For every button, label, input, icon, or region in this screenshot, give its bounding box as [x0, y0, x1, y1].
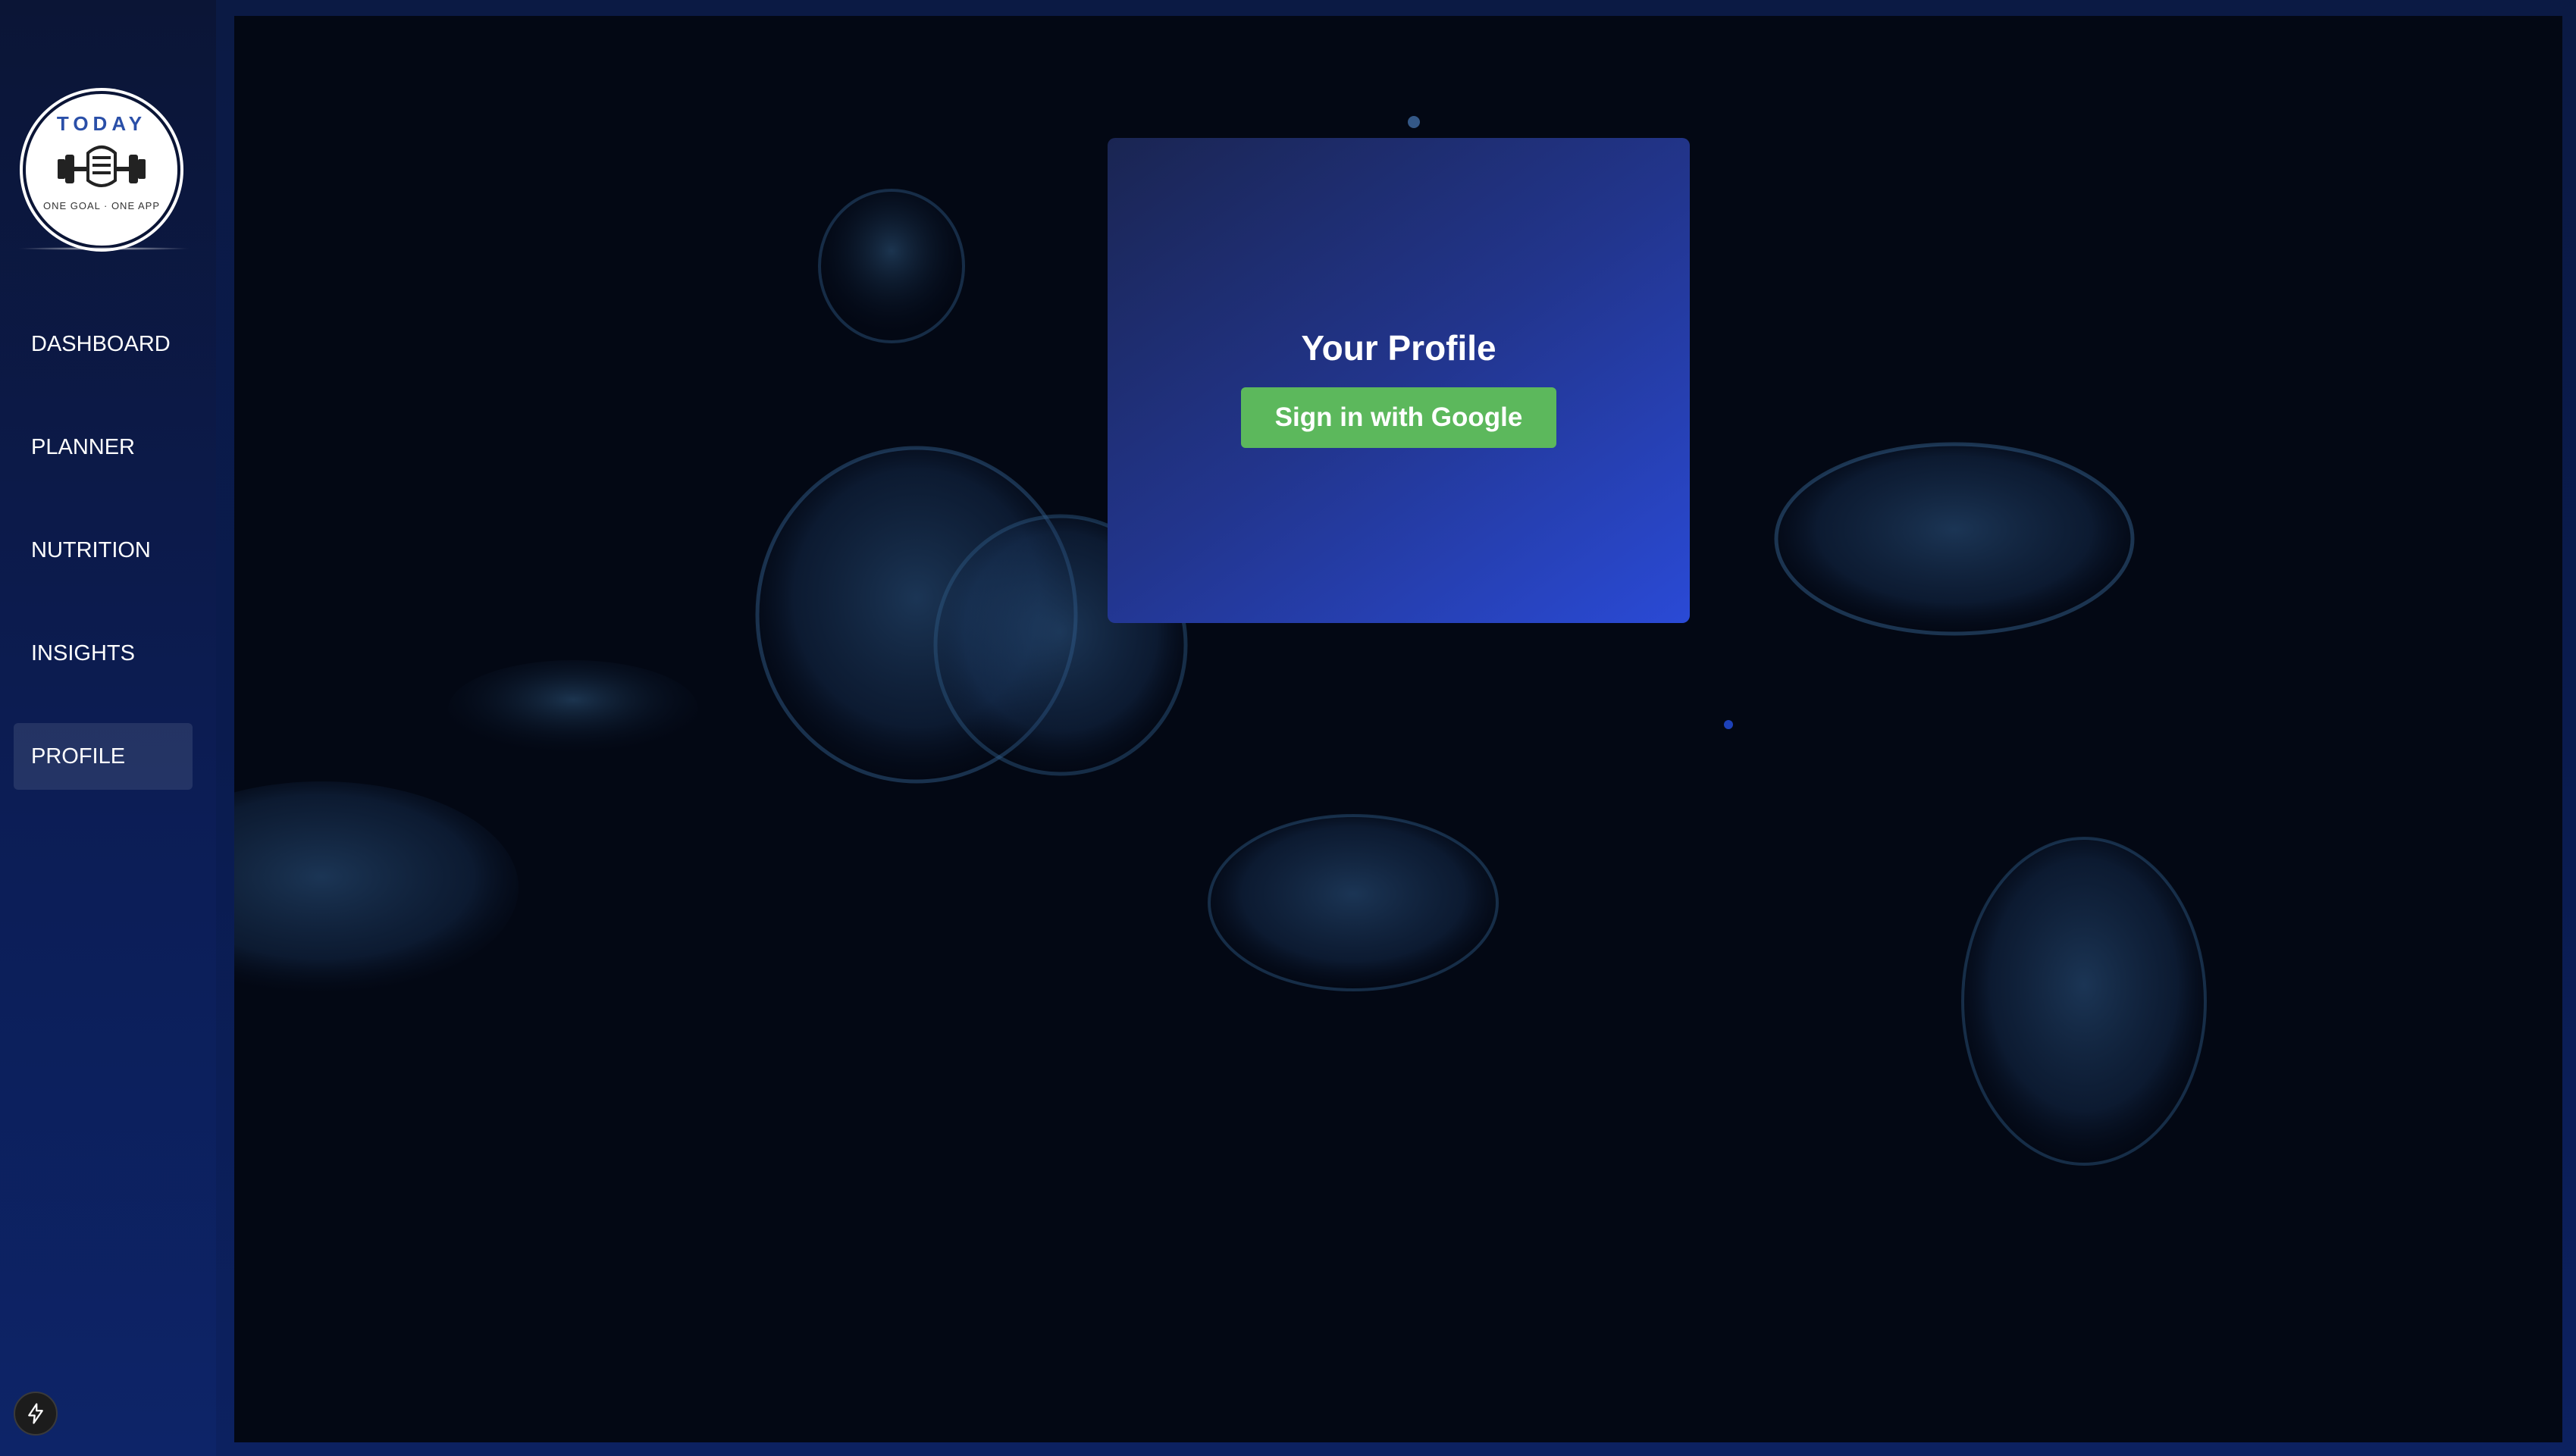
sidebar-item-label: INSIGHTS [31, 640, 135, 665]
sidebar-item-label: DASHBOARD [31, 331, 171, 356]
lightning-bolt-icon [28, 1403, 43, 1424]
logo-tagline: ONE GOAL · ONE APP [42, 200, 161, 211]
sidebar-item-planner[interactable]: PLANNER [14, 414, 193, 481]
sidebar-item-dashboard[interactable]: DASHBOARD [14, 311, 193, 377]
sidebar-item-label: PLANNER [31, 434, 135, 459]
page-title: Your Profile [1301, 328, 1496, 368]
lightning-bolt-button[interactable] [14, 1392, 58, 1436]
sidebar-item-label: PROFILE [31, 744, 126, 769]
main-content: Your Profile Sign in with Google [234, 16, 2562, 1442]
sidebar: TODAY ONE GOAL · ONE APP DASHBOARD PLANN… [0, 0, 216, 1456]
app-logo[interactable]: TODAY ONE GOAL · ONE APP [26, 94, 177, 246]
sidebar-item-label: NUTRITION [31, 537, 151, 562]
sidebar-item-insights[interactable]: INSIGHTS [14, 620, 193, 687]
dumbbell-fist-icon [58, 146, 146, 187]
profile-card: Your Profile Sign in with Google [1108, 138, 1690, 623]
sidebar-nav: DASHBOARD PLANNER NUTRITION INSIGHTS PRO… [14, 311, 193, 826]
google-signin-button[interactable]: Sign in with Google [1241, 387, 1556, 448]
sidebar-item-profile[interactable]: PROFILE [14, 723, 193, 790]
sidebar-item-nutrition[interactable]: NUTRITION [14, 517, 193, 584]
logo-brand-text: TODAY [56, 112, 147, 135]
logo-divider [17, 247, 191, 250]
